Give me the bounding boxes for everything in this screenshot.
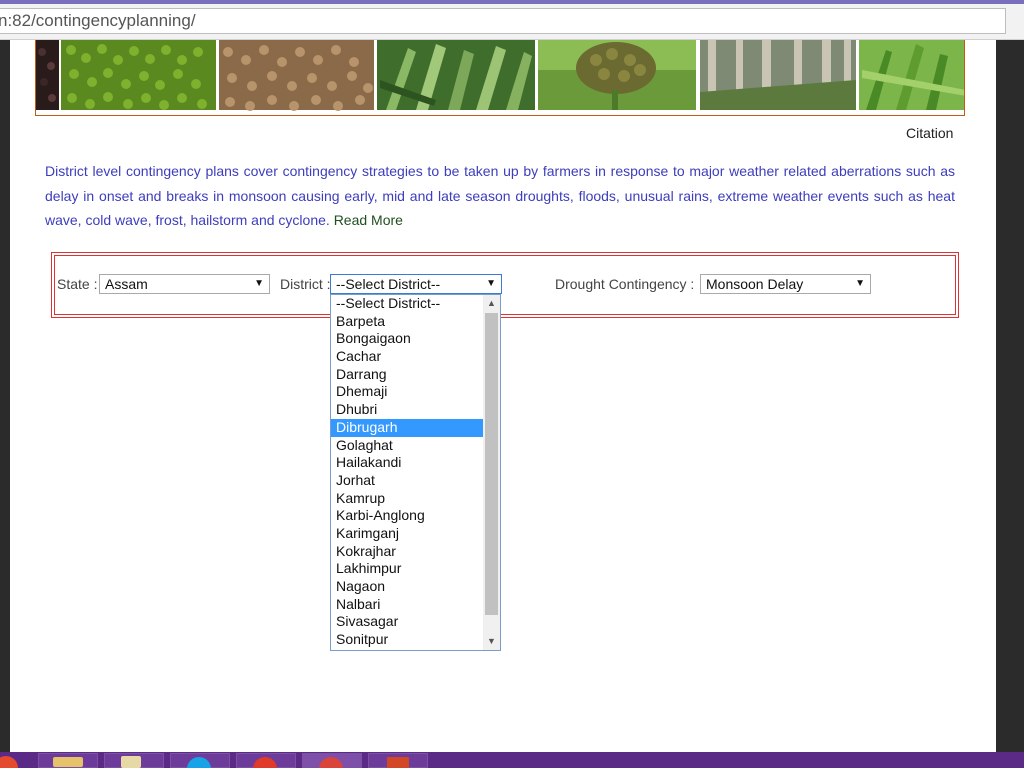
district-option[interactable]: Darrang [331,366,483,384]
district-option[interactable]: Lakhimpur [331,560,483,578]
pearl-millet-image [377,40,535,110]
taskbar-button-mail[interactable] [236,753,296,768]
black-seeds-image [36,40,59,110]
chevron-down-icon: ▼ [855,278,865,289]
district-option[interactable]: Dhemaji [331,383,483,401]
district-option[interactable]: Golaghat [331,437,483,455]
drought-contingency-select[interactable]: Monsoon Delay ▼ [700,274,871,294]
chevron-down-icon: ▼ [254,278,264,289]
district-option[interactable]: Dhubri [331,401,483,419]
district-label: District : [280,276,331,292]
district-option[interactable]: --Select District-- [331,295,483,313]
district-select[interactable]: --Select District-- ▼ [330,274,502,294]
skype-icon [187,757,211,768]
scroll-down-arrow-icon[interactable]: ▼ [483,633,500,650]
read-more-link[interactable]: Read More [334,212,403,228]
district-option[interactable]: Karimganj [331,525,483,543]
district-option[interactable]: Nalbari [331,596,483,614]
district-option[interactable]: Barpeta [331,313,483,331]
taskbar-button-office[interactable] [368,753,428,768]
drought-contingency-select-value: Monsoon Delay [706,276,804,292]
taskbar-button-skype[interactable] [170,753,230,768]
citation-link[interactable]: Citation [906,125,953,141]
scrollbar-thumb[interactable] [485,313,498,615]
district-option[interactable]: Dibrugarh [331,418,483,437]
district-option[interactable]: Karbi-Anglong [331,507,483,525]
web-page: Citation District level contingency plan… [10,40,996,752]
brown-lentils-image [219,40,374,111]
intro-text: District level contingency plans cover c… [45,163,955,228]
scroll-up-arrow-icon[interactable]: ▲ [483,295,500,312]
district-option[interactable]: Sonitpur [331,631,483,649]
district-option[interactable]: Bongaigaon [331,330,483,348]
district-option[interactable]: Kokrajhar [331,543,483,561]
folder-icon [53,757,83,767]
taskbar-button-explorer[interactable] [38,753,98,768]
file-icon [121,756,141,768]
mail-icon [253,757,277,768]
browser-top-edge [0,0,1024,4]
chrome-icon[interactable] [0,756,18,768]
district-option[interactable]: Jorhat [331,472,483,490]
sorghum-head-image [538,40,696,110]
green-crop-image [859,40,964,110]
chrome-icon [319,757,343,768]
drought-contingency-label: Drought Contingency : [555,276,695,292]
district-select-value: --Select District-- [336,276,441,292]
windows-taskbar [0,752,1024,768]
state-label: State : [57,276,98,292]
district-option[interactable]: Sivasagar [331,613,483,631]
green-gram-image [61,40,216,110]
district-dropdown-list[interactable]: --Select District-- Barpeta Bongaigaon Cach… [330,294,501,651]
intro-paragraph: District level contingency plans cover c… [45,159,955,233]
url-text: n:82/contingencyplanning/ [0,11,196,30]
district-option[interactable]: Nagaon [331,578,483,596]
url-field[interactable]: n:82/contingencyplanning/ [0,8,1006,34]
powerpoint-icon [387,757,409,768]
taskbar-button-files[interactable] [104,753,164,768]
banner-images [36,40,964,111]
dropdown-scrollbar[interactable]: ▲ ▼ [483,295,500,650]
sorghum-stalks-image [700,40,856,110]
district-option[interactable]: Hailakandi [331,454,483,472]
banner-image-strip [35,40,965,116]
browser-address-bar: n:82/contingencyplanning/ [0,0,1024,40]
chevron-down-icon: ▼ [486,278,496,289]
district-options: --Select District-- Barpeta Bongaigaon Cach… [331,295,500,649]
district-option[interactable]: Kamrup [331,490,483,508]
district-option[interactable]: Cachar [331,348,483,366]
taskbar-button-chrome[interactable] [302,753,362,768]
state-select[interactable]: Assam ▼ [99,274,270,294]
state-select-value: Assam [105,276,148,292]
